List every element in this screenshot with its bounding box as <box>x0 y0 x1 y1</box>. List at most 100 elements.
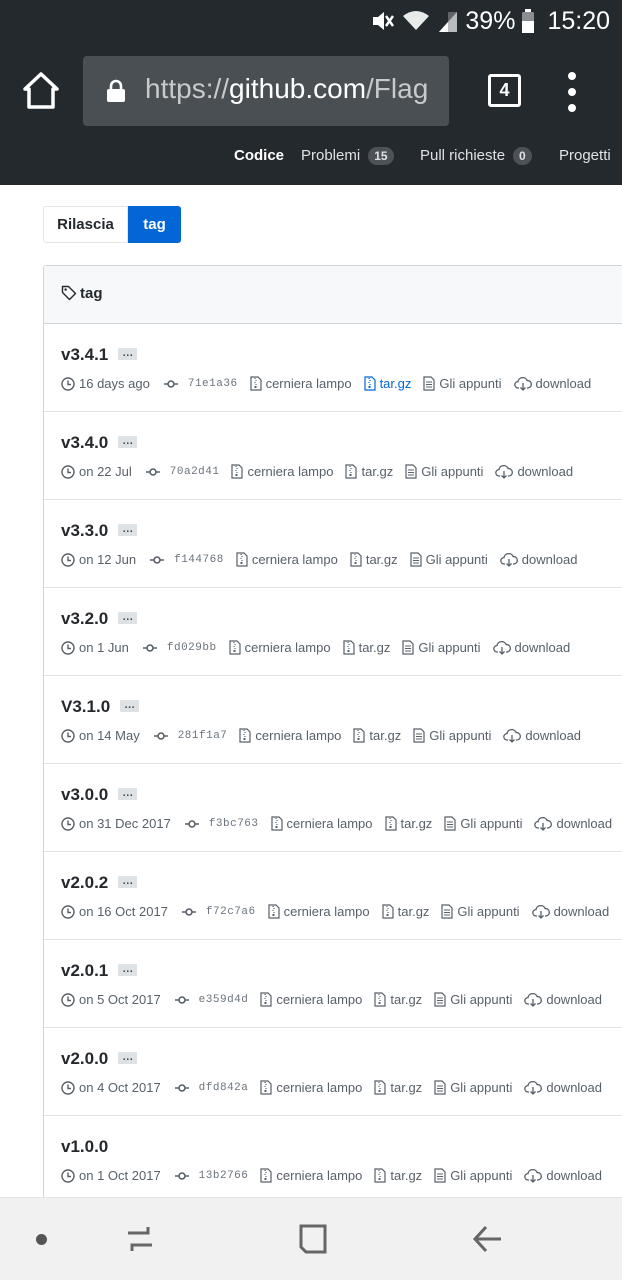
commit-sha[interactable]: 70a2d41 <box>170 466 220 478</box>
expand-ellipsis-button[interactable]: … <box>120 699 140 712</box>
nav-home-icon[interactable] <box>298 1223 328 1260</box>
tar-gz-link[interactable]: tar.gz <box>374 1168 422 1183</box>
commit-sha[interactable]: fd029bb <box>167 642 217 654</box>
zip-link[interactable]: cerniera lampo <box>231 464 333 479</box>
zip-link[interactable]: cerniera lampo <box>260 1080 362 1095</box>
commit-sha[interactable]: e359d4d <box>199 994 249 1006</box>
download-link[interactable]: download <box>513 376 591 391</box>
download-link[interactable]: download <box>524 1080 602 1095</box>
tag-commit[interactable]: f144768 <box>150 553 224 567</box>
tag-commit[interactable]: 71e1a36 <box>163 377 238 391</box>
zip-link[interactable]: cerniera lampo <box>228 640 331 655</box>
release-notes-link[interactable]: Gli appunti <box>444 816 522 831</box>
tag-commit[interactable]: fd029bb <box>142 641 217 655</box>
tag-name-link[interactable]: v2.0.0 <box>61 1049 108 1068</box>
tab-switcher-button[interactable]: 4 <box>488 74 521 107</box>
zip-link[interactable]: cerniera lampo <box>249 376 352 391</box>
tag-commit[interactable]: 70a2d41 <box>145 465 220 479</box>
commit-sha[interactable]: dfd842a <box>199 1082 249 1094</box>
recents-icon[interactable] <box>124 1223 156 1260</box>
tag-commit[interactable]: 281f1a7 <box>153 729 228 743</box>
expand-ellipsis-button[interactable]: … <box>118 347 138 360</box>
url-path: /Flag <box>366 73 429 104</box>
tag-name-link[interactable]: v2.0.1 <box>61 961 108 980</box>
release-notes-link[interactable]: Gli appunti <box>405 464 483 479</box>
url-text[interactable]: https://github.com/Flag <box>145 73 428 105</box>
tag-date: on 1 Oct 2017 <box>61 1168 161 1183</box>
download-link[interactable]: download <box>531 904 609 919</box>
zip-link[interactable]: cerniera lampo <box>236 552 338 567</box>
tags-button[interactable]: tag <box>128 206 181 243</box>
expand-ellipsis-button[interactable]: … <box>118 875 138 888</box>
tag-name-link[interactable]: v1.0.0 <box>61 1137 108 1156</box>
zip-link[interactable]: cerniera lampo <box>270 816 373 831</box>
url-bar[interactable]: https://github.com/Flag <box>83 56 449 126</box>
zip-link[interactable]: cerniera lampo <box>260 992 362 1007</box>
download-link[interactable]: download <box>524 992 602 1007</box>
tag-date: on 12 Jun <box>61 552 136 567</box>
release-notes-link[interactable]: Gli appunti <box>423 376 502 391</box>
zip-link[interactable]: cerniera lampo <box>260 1168 362 1183</box>
tar-gz-link[interactable]: tar.gz <box>342 640 390 655</box>
tab-projects[interactable]: Progetti <box>559 147 611 164</box>
commit-sha[interactable]: f144768 <box>174 554 224 566</box>
tag-name-link[interactable]: v3.4.1 <box>61 345 108 364</box>
tag-commit[interactable]: 13b2766 <box>174 1169 249 1183</box>
release-notes-link[interactable]: Gli appunti <box>410 552 488 567</box>
expand-ellipsis-button[interactable]: … <box>118 435 138 448</box>
download-link[interactable]: download <box>495 464 573 479</box>
tag-commit[interactable]: f72c7a6 <box>181 905 256 919</box>
file-zip-icon <box>239 728 252 743</box>
release-notes-link[interactable]: Gli appunti <box>434 992 512 1007</box>
tab-issues[interactable]: Problemi 15 <box>301 147 394 165</box>
commit-sha[interactable]: f72c7a6 <box>206 906 256 918</box>
expand-ellipsis-button[interactable]: … <box>118 787 138 800</box>
expand-ellipsis-button[interactable]: … <box>118 523 138 536</box>
releases-button[interactable]: Rilascia <box>43 206 128 243</box>
tab-pull-requests[interactable]: Pull richieste 0 <box>420 147 532 165</box>
release-notes-link[interactable]: Gli appunti <box>434 1168 512 1183</box>
cloud-download-icon <box>524 992 543 1007</box>
tar-gz-link[interactable]: tar.gz <box>345 464 393 479</box>
expand-ellipsis-button[interactable]: … <box>118 963 138 976</box>
tag-name-link[interactable]: v3.0.0 <box>61 785 108 804</box>
tag-name-link[interactable]: v3.3.0 <box>61 521 108 540</box>
tag-name-link[interactable]: v3.2.0 <box>61 609 108 628</box>
release-notes-link[interactable]: Gli appunti <box>434 1080 512 1095</box>
download-link[interactable]: download <box>503 728 581 743</box>
download-link[interactable]: download <box>500 552 577 567</box>
back-icon[interactable] <box>472 1224 504 1259</box>
release-notes-link[interactable]: Gli appunti <box>413 728 491 743</box>
tar-gz-link[interactable]: tar.gz <box>363 376 411 391</box>
download-link[interactable]: download <box>492 640 570 655</box>
tag-name-link[interactable]: v2.0.2 <box>61 873 108 892</box>
download-link[interactable]: download <box>524 1168 602 1183</box>
tab-code[interactable]: Codice <box>234 147 284 164</box>
release-notes-label: Gli appunti <box>450 1080 513 1095</box>
release-notes-link[interactable]: Gli appunti <box>402 640 481 655</box>
expand-ellipsis-button[interactable]: … <box>118 1051 138 1064</box>
tar-gz-link[interactable]: tar.gz <box>382 904 429 919</box>
tag-commit[interactable]: f3bc763 <box>184 817 259 831</box>
tar-gz-link[interactable]: tar.gz <box>374 1080 422 1095</box>
commit-sha[interactable]: 71e1a36 <box>188 378 238 390</box>
tar-gz-link[interactable]: tar.gz <box>353 728 401 743</box>
tar-gz-link[interactable]: tar.gz <box>384 816 432 831</box>
tag-commit[interactable]: dfd842a <box>174 1081 249 1095</box>
tar-gz-link[interactable]: tar.gz <box>350 552 398 567</box>
tag-commit[interactable]: e359d4d <box>174 993 249 1007</box>
commit-sha[interactable]: 13b2766 <box>199 1170 249 1182</box>
zip-link[interactable]: cerniera lampo <box>239 728 341 743</box>
tar-gz-link[interactable]: tar.gz <box>374 992 422 1007</box>
more-vert-icon[interactable] <box>563 72 583 112</box>
file-text-icon <box>405 464 417 479</box>
commit-sha[interactable]: 281f1a7 <box>178 730 228 742</box>
release-notes-link[interactable]: Gli appunti <box>441 904 520 919</box>
tag-name-link[interactable]: v3.4.0 <box>61 433 108 452</box>
download-link[interactable]: download <box>534 816 612 831</box>
commit-sha[interactable]: f3bc763 <box>209 818 259 830</box>
expand-ellipsis-button[interactable]: … <box>118 611 138 624</box>
home-icon[interactable] <box>20 70 62 112</box>
tag-name-link[interactable]: V3.1.0 <box>61 697 110 716</box>
zip-link[interactable]: cerniera lampo <box>268 904 370 919</box>
